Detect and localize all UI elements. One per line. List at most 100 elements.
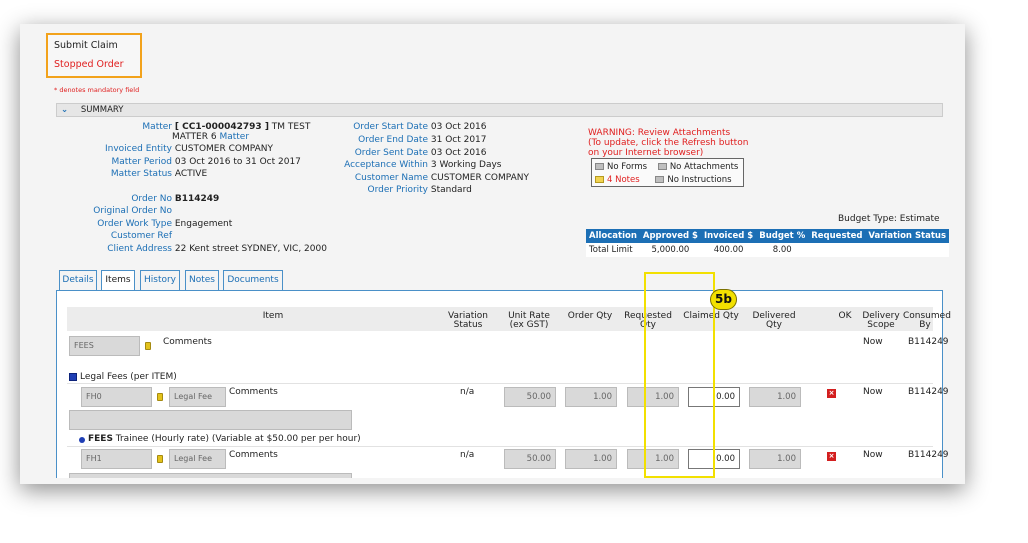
no-attachments-label: No Attachments (669, 162, 739, 172)
row-divider (67, 383, 933, 384)
col-requested: Requested (808, 229, 866, 243)
trainee-label-bold: FEES (88, 434, 113, 444)
col-invoiced: Invoiced $ (700, 229, 757, 243)
claimed-qty-highlight (644, 272, 715, 478)
order-priority-label: Order Priority (367, 185, 428, 195)
row1-consumed-by: B114249 (908, 387, 949, 397)
order-end-row: Order End Date 31 Oct 2017 (322, 135, 487, 145)
attachments-item[interactable]: No Attachments (657, 162, 739, 172)
tab-details[interactable]: Details (59, 270, 97, 291)
fees-comments-label[interactable]: Comments (163, 337, 212, 347)
folder-icon (657, 163, 667, 170)
col-allocation: Allocation (586, 229, 640, 243)
tab-history[interactable]: History (140, 270, 180, 291)
col-budget-pct: Budget % (756, 229, 809, 243)
stopped-order-label: Stopped Order (54, 59, 124, 70)
row2-scope: Now (863, 450, 883, 460)
row2-unit-rate: 50.00 (504, 449, 556, 469)
row1-code-field: FH0 (81, 387, 152, 407)
header-item: Item (262, 311, 284, 321)
row2-delivered-qty: 1.00 (749, 449, 801, 469)
order-start-value: 03 Oct 2016 (430, 122, 487, 132)
notes-count-label: 4 Notes (607, 175, 640, 185)
row2-order-qty: 1.00 (565, 449, 617, 469)
fees-code-field: FEES (69, 336, 140, 356)
work-type-row: Order Work Type Engagement (62, 219, 232, 229)
row1-comments-input[interactable] (69, 410, 352, 430)
row1-variation: n/a (460, 387, 475, 397)
instructions-item[interactable]: No Instructions (655, 175, 732, 185)
submit-claim-label[interactable]: Submit Claim (54, 40, 134, 51)
lock-icon (145, 342, 151, 350)
allocation-row: Total Limit 5,000.00 400.00 8.00 (586, 243, 950, 257)
items-header-row (67, 307, 933, 331)
folder-open-icon (595, 176, 604, 183)
customer-ref-row: Customer Ref (62, 231, 172, 241)
row1-delivered-qty: 1.00 (749, 387, 801, 407)
customer-ref-label: Customer Ref (110, 231, 172, 241)
claim-status-box: Submit Claim Stopped Order (46, 33, 142, 78)
trainee-label-text: Trainee (Hourly rate) (Variable at $50.0… (112, 434, 361, 444)
customer-name-value: CUSTOMER COMPANY (430, 173, 529, 183)
customer-name-row: Customer Name CUSTOMER COMPANY (322, 173, 529, 183)
attachments-box: No Forms No Attachments 4 Notes No Instr… (591, 158, 744, 187)
order-sent-label: Order Sent Date (354, 148, 428, 158)
allocation-table: Allocation Approved $ Invoiced $ Budget … (586, 229, 950, 257)
tab-items[interactable]: Items (101, 270, 135, 292)
row2-ok-toggle[interactable]: × (827, 452, 836, 461)
acceptance-value: 3 Working Days (430, 160, 502, 170)
client-address-row: Client Address 22 Kent street SYDNEY, VI… (62, 244, 327, 254)
work-type-value: Engagement (174, 219, 233, 229)
matter-period-value: 03 Oct 2016 to 31 Oct 2017 (174, 157, 301, 167)
items-panel: Item Variation Status Unit Rate (ex GST) O… (56, 290, 951, 478)
allocation-header-row: Allocation Approved $ Invoiced $ Budget … (586, 229, 950, 243)
legal-fees-icon (69, 373, 77, 381)
row2-variation: n/a (460, 450, 475, 460)
col-variation-status: Variation Status (865, 229, 950, 243)
header-variation-status: Variation Status (440, 312, 496, 330)
original-order-row: Original Order No (62, 206, 172, 216)
folder-icon (595, 163, 604, 170)
col-approved: Approved $ (639, 229, 701, 243)
order-start-row: Order Start Date 03 Oct 2016 (322, 122, 487, 132)
cell-allocation: Total Limit (586, 243, 640, 257)
matter-row-2: MATTER 6 Matter (172, 132, 249, 142)
forms-item[interactable]: No Forms (595, 162, 647, 172)
header-ok: OK (838, 311, 852, 321)
chevron-down-icon[interactable]: ⌄ (61, 105, 68, 115)
work-type-label: Order Work Type (97, 219, 172, 229)
row2-comments-label[interactable]: Comments (229, 450, 278, 460)
order-priority-value: Standard (430, 185, 472, 195)
row2-type-field: Legal Fee (169, 449, 226, 469)
order-priority-row: Order Priority Standard (322, 185, 472, 195)
matter-name: TM TEST (268, 122, 311, 132)
order-end-value: 31 Oct 2017 (430, 135, 487, 145)
header-consumed-by: Consumed By (903, 312, 951, 330)
summary-title: SUMMARY (80, 105, 124, 115)
lock-icon (157, 455, 163, 463)
matter-label: Matter (142, 122, 172, 132)
row2-comments-input[interactable] (69, 473, 352, 478)
row1-ok-toggle[interactable]: × (827, 389, 836, 398)
summary-header[interactable]: ⌄ SUMMARY (56, 103, 943, 117)
notes-item[interactable]: 4 Notes (595, 175, 640, 185)
no-forms-label: No Forms (607, 162, 648, 172)
fees-scope: Now (863, 337, 883, 347)
matter-link[interactable]: Matter (219, 132, 249, 142)
tab-notes[interactable]: Notes (185, 270, 219, 291)
invoiced-entity-label: Invoiced Entity (104, 144, 172, 154)
row1-comments-label[interactable]: Comments (229, 387, 278, 397)
matter-code: [ CC1-000042793 ] (174, 122, 269, 132)
client-address-value: 22 Kent street SYDNEY, VIC, 2000 (174, 244, 327, 254)
header-unit-rate-line2: (ex GST) (509, 320, 549, 330)
matter-period-row: Matter Period 03 Oct 2016 to 31 Oct 2017 (62, 157, 301, 167)
cell-variation-status (865, 243, 950, 257)
legal-fees-label: Legal Fees (per ITEM) (80, 372, 177, 382)
header-scope-line2: Scope (867, 320, 895, 330)
header-order-qty: Order Qty (567, 311, 613, 321)
trainee-bullet-icon (79, 437, 85, 443)
customer-name-label: Customer Name (354, 173, 428, 183)
cell-requested (808, 243, 866, 257)
tab-documents[interactable]: Documents (223, 270, 283, 291)
page: Submit Claim Stopped Order * denotes man… (32, 30, 962, 478)
